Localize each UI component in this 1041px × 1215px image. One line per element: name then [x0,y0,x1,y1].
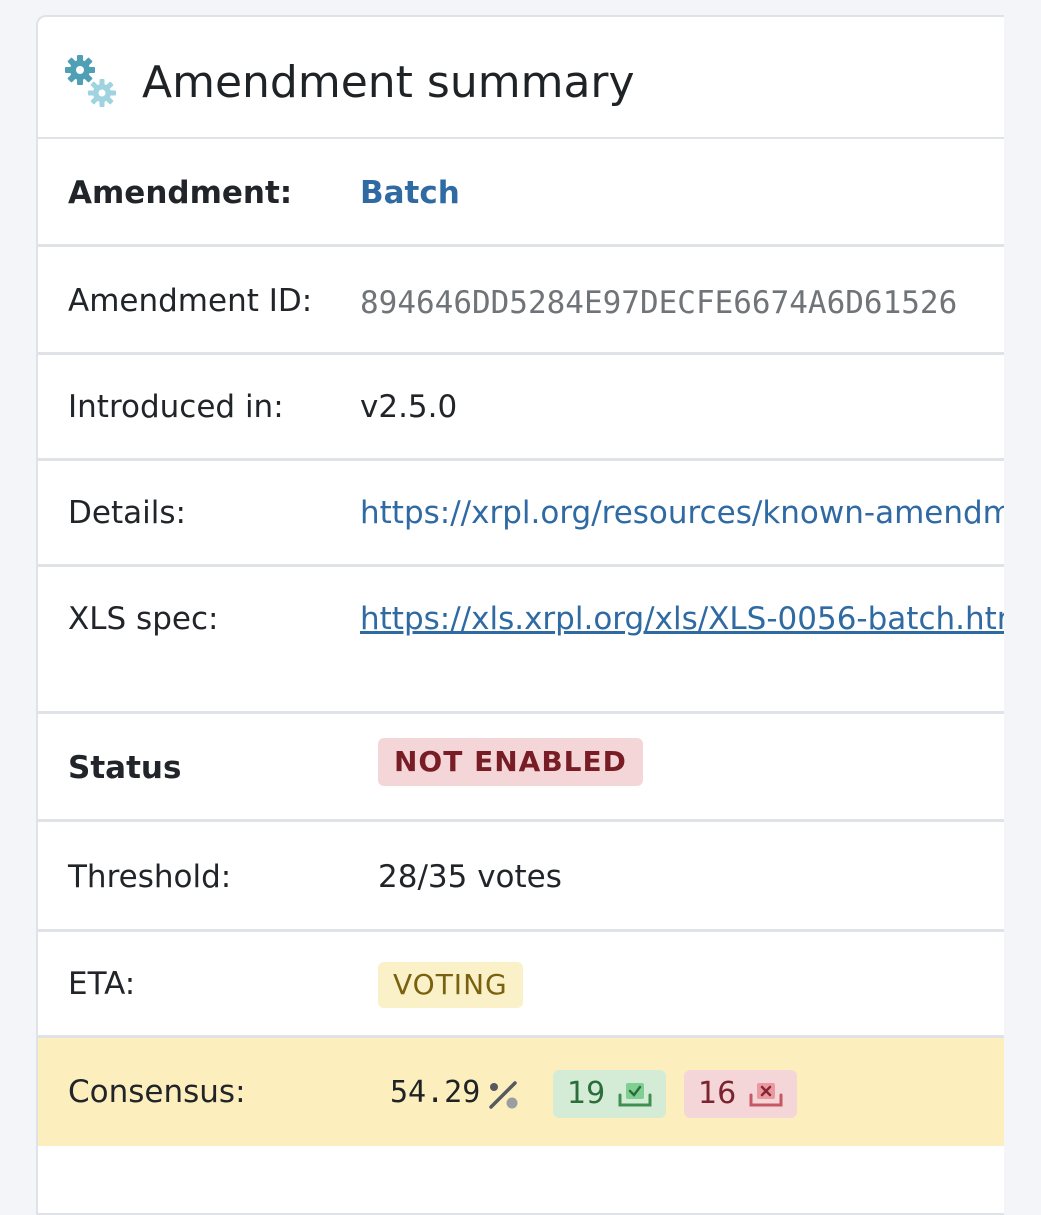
introduced-label: Introduced in: [68,389,284,425]
amendment-name-link[interactable]: Batch [360,175,460,211]
percent-icon [489,1081,518,1109]
row-consensus: Consensus: 54.29 19 16 [38,1038,1004,1146]
eta-label: ETA: [68,966,136,1002]
threshold-value: 28/35 votes [378,859,562,895]
eta-badge: VOTING [378,962,523,1008]
amendment-id-label: Amendment ID: [68,283,313,319]
yes-votes-badge: 19 [553,1070,666,1118]
amendment-summary-card: Amendment summary Amendment: Batch Amend… [36,15,1004,1215]
details-link[interactable]: https://xrpl.org/resources/known-amendme… [360,495,1004,531]
consensus-percent: 54.29 [390,1075,481,1110]
status-label: Status [68,750,182,786]
status-badge: NOT ENABLED [378,738,643,786]
row-amendment-id: Amendment ID: 894646DD5284E97DECFE6674A6… [38,247,1004,355]
yes-votes-count: 19 [567,1076,606,1111]
details-label: Details: [68,495,186,531]
check-box-icon [618,1083,652,1107]
amendment-id-value: 894646DD5284E97DECFE6674A6D61526 [360,285,958,321]
card-header: Amendment summary [38,17,1004,139]
row-status: Status NOT ENABLED [38,714,1004,822]
threshold-label: Threshold: [68,859,232,895]
row-threshold: Threshold: 28/35 votes [38,822,1004,932]
no-votes-count: 16 [698,1076,737,1111]
row-introduced: Introduced in: v2.5.0 [38,355,1004,461]
amendment-label: Amendment: [68,175,293,211]
row-amendment: Amendment: Batch [38,139,1004,247]
card-title: Amendment summary [142,57,635,108]
row-eta: ETA: VOTING [38,932,1004,1038]
introduced-version: v2.5.0 [360,389,458,425]
row-empty [38,1146,1004,1213]
row-xls-spec: XLS spec: https://xls.xrpl.org/xls/XLS-0… [38,567,1004,714]
no-votes-badge: 16 [684,1070,797,1118]
xls-spec-link[interactable]: https://xls.xrpl.org/xls/XLS-0056-batch.… [360,601,1004,637]
x-box-icon [749,1083,783,1107]
xls-spec-label: XLS spec: [68,601,219,637]
consensus-label: Consensus: [68,1074,246,1110]
row-details: Details: https://xrpl.org/resources/know… [38,461,1004,567]
gears-icon [65,55,116,107]
